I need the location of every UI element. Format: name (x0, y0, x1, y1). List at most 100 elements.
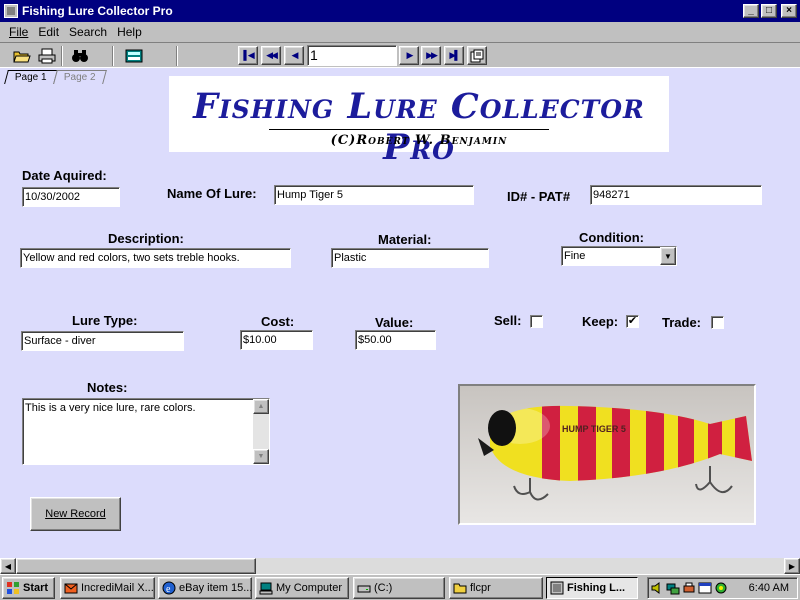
sell-label: Sell: (494, 313, 522, 328)
network-icon[interactable] (666, 581, 680, 595)
taskbar: Start IncrediMail X... e eBay item 15...… (0, 574, 800, 600)
maximize-icon: □ (765, 5, 773, 16)
menu-help[interactable]: Help (112, 25, 147, 39)
value-field[interactable]: $50.00 (355, 330, 436, 350)
scroll-down-icon: ▼ (257, 453, 265, 460)
condition-value: Fine (564, 250, 586, 262)
menu-bar: File Edit Search Help (0, 22, 800, 42)
chevron-down-icon: ▼ (664, 251, 672, 261)
description-field[interactable]: Yellow and red colors, two sets treble h… (20, 248, 291, 268)
scroll-up-button[interactable]: ▲ (253, 399, 269, 414)
open-folder-button[interactable] (12, 46, 32, 65)
binoculars-icon (72, 49, 88, 62)
task-flcpr[interactable]: flcpr (449, 577, 543, 599)
notes-textarea[interactable]: This is a very nice lure, rare colors. ▲… (22, 398, 270, 465)
scroll-down-button[interactable]: ▼ (253, 449, 269, 464)
id-pat-field[interactable]: 948271 (590, 185, 762, 205)
lure-type-field[interactable]: Surface - diver (21, 331, 184, 351)
calculator-button[interactable] (124, 46, 144, 65)
scroll-thumb[interactable] (16, 558, 256, 574)
first-record-icon: ▌◀ (243, 50, 254, 60)
svg-text:e: e (166, 584, 171, 595)
toolbar-separator (112, 46, 114, 66)
notes-label: Notes: (87, 380, 128, 395)
keep-checkbox[interactable]: ✔ (626, 315, 639, 328)
open-folder-icon (13, 51, 31, 62)
material-label: Material: (378, 232, 432, 247)
menu-edit[interactable]: Edit (33, 25, 64, 39)
tab-page-2[interactable]: Page 2 (52, 70, 107, 84)
minimize-icon: _ (748, 5, 754, 16)
menu-file[interactable]: File (4, 25, 33, 39)
lure-name-field[interactable]: Hump Tiger 5 (274, 185, 474, 205)
lure-photo-image: HUMP TIGER 5 (460, 386, 754, 523)
toolbar-separator (61, 46, 63, 66)
previous-record-button[interactable]: ◀ (284, 46, 304, 65)
task-my-computer[interactable]: My Computer (255, 577, 349, 599)
cost-label: Cost: (261, 314, 295, 329)
previous-page-button[interactable]: ◀◀ (261, 46, 281, 65)
record-form: Page 1 Page 2 Fishing Lure Collector Pro… (0, 68, 800, 558)
task-fishing-lure[interactable]: Fishing L... (546, 577, 638, 599)
close-button[interactable]: × (781, 4, 797, 18)
notes-scrollbar[interactable]: ▲ ▼ (253, 399, 269, 464)
find-button[interactable] (70, 46, 90, 65)
properties-icon (470, 49, 484, 62)
next-record-button[interactable]: ▶ (399, 46, 419, 65)
cost-field[interactable]: $10.00 (240, 330, 313, 350)
menu-search[interactable]: Search (64, 25, 112, 39)
system-tray: 6:40 AM (647, 577, 798, 599)
minimize-button[interactable]: _ (743, 4, 759, 18)
maximize-button[interactable]: □ (761, 4, 777, 18)
scroll-up-icon: ▲ (257, 403, 265, 410)
horizontal-scrollbar[interactable]: ◀ ▶ (0, 558, 800, 574)
banner-divider (269, 129, 549, 130)
task-ebay[interactable]: e eBay item 15... (158, 577, 252, 599)
browser-icon: e (162, 581, 176, 595)
close-icon: × (786, 5, 792, 16)
condition-select[interactable]: Fine ▼ (561, 246, 677, 266)
condition-label: Condition: (579, 230, 644, 245)
antivirus-icon[interactable] (714, 581, 728, 595)
app-icon[interactable] (4, 4, 18, 18)
notes-text: This is a very nice lure, rare colors. (25, 402, 196, 414)
mail-icon (64, 583, 78, 594)
task-incredimail[interactable]: IncrediMail X... (60, 577, 155, 599)
dropdown-button[interactable]: ▼ (660, 247, 676, 265)
rewind-icon: ◀◀ (266, 50, 278, 60)
sell-checkbox[interactable] (530, 315, 543, 328)
tab-page-1[interactable]: Page 1 (4, 70, 58, 84)
scroll-left-button[interactable]: ◀ (0, 558, 16, 574)
lure-type-label: Lure Type: (72, 313, 138, 328)
toolbar: ▌◀ ◀◀ ◀ 1 ▶ ▶▶ ▶▌ (0, 42, 800, 68)
record-properties-button[interactable] (467, 46, 487, 65)
record-number-field[interactable]: 1 (307, 45, 397, 66)
scheduler-icon[interactable] (698, 581, 712, 595)
last-record-button[interactable]: ▶▌ (444, 46, 464, 65)
calculator-icon (125, 49, 143, 62)
new-record-button[interactable]: New Record (30, 497, 121, 531)
previous-icon: ◀ (291, 50, 299, 60)
clock[interactable]: 6:40 AM (749, 582, 789, 594)
printer-icon (38, 48, 56, 63)
value-label: Value: (375, 315, 414, 330)
print-button[interactable] (37, 46, 57, 65)
scroll-right-button[interactable]: ▶ (784, 558, 800, 574)
scroll-right-icon: ▶ (788, 561, 796, 571)
first-record-button[interactable]: ▌◀ (238, 46, 258, 65)
fast-forward-icon: ▶▶ (426, 50, 438, 60)
material-field[interactable]: Plastic (331, 248, 489, 268)
folder-icon (453, 583, 467, 594)
next-page-button[interactable]: ▶▶ (421, 46, 441, 65)
page-tabs: Page 1 Page 2 (4, 70, 107, 84)
app-window-icon (550, 581, 564, 595)
date-acquired-field[interactable]: 10/30/2002 (22, 187, 120, 207)
banner: Fishing Lure Collector Pro (C)Robert W. … (169, 76, 669, 168)
banner-subtitle: (C)Robert W. Benjamin (330, 133, 508, 148)
lure-photo: HUMP TIGER 5 (458, 384, 756, 525)
volume-icon[interactable] (650, 581, 664, 595)
printer-tray-icon[interactable] (682, 581, 696, 595)
start-button[interactable]: Start (2, 577, 55, 599)
trade-checkbox[interactable] (711, 316, 724, 329)
task-drive-c[interactable]: (C:) (353, 577, 445, 599)
